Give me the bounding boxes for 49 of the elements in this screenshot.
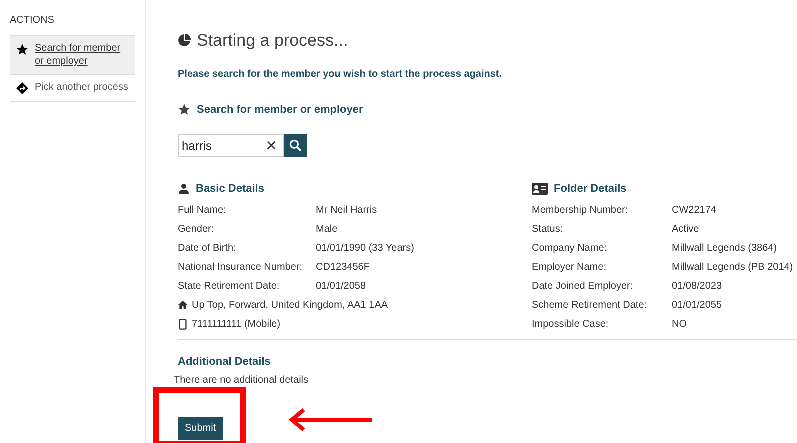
field-label: Membership Number: <box>532 204 630 218</box>
field-label: Full Name: <box>178 204 228 218</box>
pie-chart-icon <box>178 34 191 48</box>
mobile-phone-icon <box>178 318 188 330</box>
home-icon <box>178 300 188 310</box>
field-value: CW22174 <box>672 204 716 218</box>
search-button[interactable] <box>284 134 307 157</box>
field-label: Status: <box>532 222 564 236</box>
field-label: Employer Name: <box>532 260 608 274</box>
field-label: National Insurance Number: <box>178 260 304 274</box>
field-label: Company Name: <box>532 242 608 256</box>
field-value: Mr Neil Harris <box>316 204 378 218</box>
id-card-icon <box>532 183 548 196</box>
field-label: Date Joined Employer: <box>532 280 634 294</box>
contact-text: 7111111111 (Mobile) <box>192 318 281 332</box>
close-icon[interactable] <box>267 141 276 150</box>
section-heading: Folder Details <box>554 182 627 197</box>
field-label: State Retirement Date: <box>178 280 281 294</box>
no-details-text: There are no additional details <box>174 374 310 388</box>
field-value: Active <box>672 222 700 236</box>
search-icon <box>289 139 302 152</box>
search-field[interactable]: harris <box>178 134 284 157</box>
field-value: Male <box>316 222 338 236</box>
contact-text: Up Top, Forward, United Kingdom, AA1 1AA <box>192 298 388 312</box>
field-value: Millwall Legends (3864) <box>672 242 778 256</box>
field-value: CD123456F <box>316 260 370 274</box>
field-value: 01/01/1990 (33 Years) <box>316 242 414 256</box>
field-value: 01/01/2055 <box>672 298 722 312</box>
search-heading: Search for member or employer <box>197 102 364 118</box>
instruction-text: Please search for the member you wish to start the process against. <box>178 68 503 82</box>
field-label: Scheme Retirement Date: <box>532 298 648 312</box>
field-value: Millwall Legends (PB 2014) <box>672 260 794 274</box>
direction-sign-icon <box>16 82 29 95</box>
section-heading: Additional Details <box>178 354 272 370</box>
field-label: Date of Birth: <box>178 242 238 256</box>
submit-button[interactable]: Submit <box>178 417 224 440</box>
person-icon <box>178 183 190 196</box>
field-value: NO <box>672 318 687 332</box>
section-heading: Basic Details <box>196 182 264 197</box>
field-label: Gender: <box>178 222 216 236</box>
star-icon <box>16 43 29 56</box>
field-value: 01/08/2023 <box>672 280 722 294</box>
sidebar-item[interactable]: Pick another process <box>10 75 135 102</box>
sidebar-title: ACTIONS <box>10 14 56 28</box>
page-title: Starting a process... <box>197 30 348 52</box>
star-icon <box>178 103 191 116</box>
field-value: 01/01/2058 <box>316 280 366 294</box>
sidebar-item[interactable]: Search for member or employer <box>10 36 135 75</box>
field-label: Impossible Case: <box>532 318 610 332</box>
